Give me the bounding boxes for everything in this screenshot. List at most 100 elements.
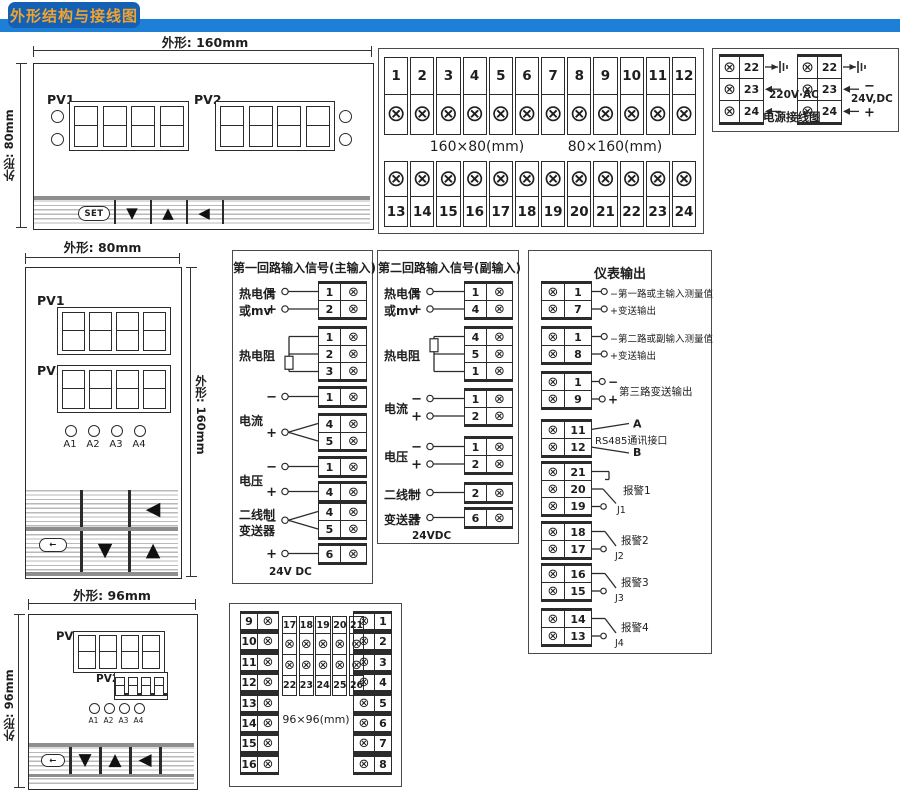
alarm-led-label: A3 bbox=[105, 439, 127, 450]
screw-icon: ⊗ bbox=[341, 301, 366, 317]
screw-icon: ⊗ bbox=[568, 95, 590, 134]
screw-icon: ⊗ bbox=[464, 162, 486, 197]
terminal-number: 9 bbox=[241, 614, 258, 629]
screw-icon: ⊗ bbox=[516, 162, 538, 197]
screw-icon: ⊗ bbox=[350, 634, 363, 655]
terminal-number: 16 bbox=[464, 197, 486, 226]
screw-icon: ⊗ bbox=[341, 433, 366, 449]
signal-type-label: 电流 bbox=[239, 412, 299, 426]
output-description: +变送输出 bbox=[610, 348, 710, 360]
terminal-number: 9 bbox=[565, 391, 591, 407]
terminal-cell: 1⊗ bbox=[318, 388, 367, 406]
terminal-cell: ⊗12 bbox=[541, 439, 592, 456]
terminal-number: 1 bbox=[319, 389, 341, 405]
input-group: 4⊗5⊗1⊗热电阻 bbox=[378, 326, 518, 382]
screw-icon: ⊗ bbox=[487, 346, 512, 362]
svg-text:−: − bbox=[864, 79, 875, 94]
terminal-block: 15⊗ bbox=[240, 733, 279, 754]
terminal-number: 13 bbox=[241, 696, 258, 711]
signal-type-label: 电流 bbox=[384, 400, 444, 414]
terminal-block: 1⊗2⊗ bbox=[464, 436, 513, 475]
terminal-number: 12 bbox=[673, 58, 695, 95]
screw-icon: ⊗ bbox=[594, 162, 616, 197]
supply-note: 24V DC bbox=[269, 566, 339, 579]
terminal-block: ⊗14⊗13 bbox=[541, 608, 592, 647]
width-dimension-label: 外形: 80mm bbox=[55, 239, 150, 253]
terminal-cell: ⊗15 bbox=[436, 161, 460, 227]
output-block: −+⊗1⊗9第三路变送输出 bbox=[529, 371, 711, 409]
terminal-number: 4 bbox=[465, 329, 487, 345]
screw-icon: ⊗ bbox=[542, 566, 565, 582]
segment-display bbox=[69, 101, 189, 151]
terminal-cell: ⊗5 bbox=[353, 695, 392, 712]
terminal-cell: 12⊗ bbox=[240, 674, 279, 691]
screw-icon: ⊗ bbox=[258, 757, 278, 772]
terminal-cell: 11⊗ bbox=[240, 654, 279, 671]
terminal-number: 5 bbox=[465, 346, 487, 362]
terminal-number: 1 bbox=[465, 284, 487, 300]
digit-cell bbox=[78, 635, 96, 669]
signal-type-label: 热电阻 bbox=[384, 347, 444, 361]
down-key-icon: ▼ bbox=[72, 748, 98, 772]
terminal-number: 19 bbox=[565, 498, 591, 514]
terminal-number: 24 bbox=[740, 101, 763, 122]
meter-80x160-front: PV1PV2A1A2A3A4◀←▼▲ bbox=[25, 267, 182, 579]
output-block: ⊗21⊗20⊗19报警1J1 bbox=[529, 461, 711, 517]
terminal-block: 16⊗ bbox=[240, 754, 279, 775]
terminal-cell: 1⊗ bbox=[464, 390, 513, 408]
terminal-cell: 4⊗ bbox=[318, 415, 367, 433]
band-divider bbox=[26, 572, 178, 576]
screw-icon: ⊗ bbox=[283, 634, 296, 655]
alarm-led bbox=[51, 133, 64, 146]
terminal-number: 1 bbox=[565, 329, 591, 345]
terminal-cell: ⊗13 bbox=[384, 161, 408, 227]
terminal-block: 4⊗5⊗ bbox=[318, 501, 367, 540]
alarm-led bbox=[65, 425, 77, 437]
screw-icon: ⊗ bbox=[673, 162, 695, 197]
height-dimension-label: 外形: 160mm bbox=[194, 360, 208, 470]
terminal-number: 19 bbox=[542, 197, 564, 226]
down-key-icon: ▼ bbox=[88, 534, 122, 566]
terminal-cell: 13⊗ bbox=[240, 695, 279, 712]
terminal-number: 19 bbox=[316, 617, 329, 634]
terminal-number: 1 bbox=[319, 284, 341, 300]
input-group: −+2⊗6⊗二线制变送器24VDC bbox=[378, 482, 518, 542]
terminal-block: 12⊗ bbox=[240, 672, 279, 693]
terminal-number: 6 bbox=[319, 546, 341, 562]
digit-cell bbox=[62, 370, 85, 409]
terminal-block: ⊗21⊗20⊗19 bbox=[541, 461, 592, 517]
terminal-column: 18⊗⊗23 bbox=[299, 616, 314, 696]
svg-text:A: A bbox=[633, 419, 642, 431]
terminal-number: 1 bbox=[319, 459, 341, 475]
alarm-led bbox=[339, 110, 352, 123]
screw-icon: ⊗ bbox=[258, 634, 278, 649]
terminal-block: ⊗8 bbox=[353, 754, 392, 775]
terminal-number: 5 bbox=[375, 696, 391, 711]
digit-cell bbox=[143, 312, 166, 351]
terminal-block: 11⊗ bbox=[240, 652, 279, 673]
screw-icon: ⊗ bbox=[487, 456, 512, 472]
size-label: 80×160(mm) bbox=[545, 137, 685, 157]
terminal-number: 5 bbox=[319, 433, 341, 449]
terminal-cell: 15⊗ bbox=[240, 735, 279, 752]
input-group: −+1⊗4⊗5⊗电流 bbox=[233, 386, 372, 451]
terminal-block: 9⊗ bbox=[240, 611, 279, 632]
alarm-led-label: A2 bbox=[82, 439, 104, 450]
terminal-cell: ⊗8 bbox=[541, 346, 592, 363]
left-key-icon: ◀ bbox=[136, 496, 170, 522]
digit-cell bbox=[89, 312, 112, 351]
terminal-cell: 4⊗ bbox=[464, 328, 513, 346]
terminal-block: ⊗22⊗23⊗24 bbox=[719, 54, 764, 125]
signal-type-label: 变送器 bbox=[239, 522, 299, 536]
terminal-number: 1 bbox=[319, 329, 341, 345]
page-title: 外形结构与接线图 bbox=[10, 5, 138, 26]
terminal-number: 3 bbox=[375, 655, 391, 670]
signal-type-label: 或mv bbox=[239, 302, 299, 316]
screw-icon: ⊗ bbox=[300, 634, 313, 655]
terminal-cell: ⊗1 bbox=[541, 328, 592, 346]
terminal-number: 20 bbox=[333, 617, 346, 634]
terminal-cell: 2⊗ bbox=[318, 346, 367, 363]
terminal-number: 4 bbox=[375, 675, 391, 690]
screw-icon: ⊗ bbox=[258, 655, 278, 670]
screw-icon: ⊗ bbox=[354, 716, 375, 731]
